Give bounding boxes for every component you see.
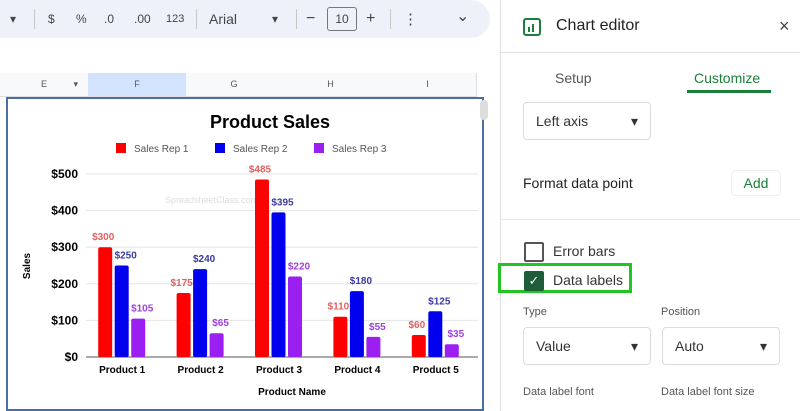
data-label: $250 bbox=[115, 251, 138, 262]
data-label: $240 bbox=[193, 254, 216, 265]
legend-label: Sales Rep 2 bbox=[233, 144, 288, 155]
x-axis-title: Product Name bbox=[258, 387, 326, 398]
data-label: $395 bbox=[271, 197, 294, 208]
tab-customize[interactable]: Customize bbox=[694, 70, 760, 86]
legend-swatch bbox=[215, 143, 225, 153]
bar[interactable] bbox=[444, 344, 459, 357]
data-label: $180 bbox=[350, 276, 373, 287]
data-label: $175 bbox=[170, 278, 193, 289]
bar[interactable] bbox=[193, 269, 208, 357]
axis-select[interactable]: Left axis ▾ bbox=[523, 102, 651, 140]
data-label: $300 bbox=[92, 232, 115, 243]
data-label: $60 bbox=[408, 320, 425, 331]
position-select-value: Auto bbox=[675, 338, 704, 354]
dropdown-arrow-icon: ▾ bbox=[759, 337, 767, 354]
y-tick-label: $500 bbox=[51, 167, 78, 181]
dropdown-arrow-icon: ▾ bbox=[630, 112, 638, 129]
legend-label: Sales Rep 3 bbox=[332, 144, 387, 155]
legend-swatch bbox=[314, 143, 324, 153]
data-labels-label: Data labels bbox=[553, 272, 624, 288]
x-tick-label: Product 2 bbox=[178, 365, 225, 376]
bar[interactable] bbox=[98, 247, 113, 357]
y-tick-label: $200 bbox=[51, 277, 78, 291]
data-label: $485 bbox=[249, 164, 272, 175]
tab-setup[interactable]: Setup bbox=[555, 70, 592, 86]
add-format-button[interactable]: Add bbox=[731, 170, 781, 196]
active-tab-indicator bbox=[687, 90, 771, 93]
data-label: $105 bbox=[131, 304, 154, 315]
y-tick-label: $400 bbox=[51, 204, 78, 218]
data-label: $220 bbox=[288, 261, 311, 272]
format-data-point-label: Format data point bbox=[523, 175, 633, 191]
data-label-font-size-label: Data label font size bbox=[661, 386, 755, 398]
axis-select-value: Left axis bbox=[536, 113, 589, 129]
data-label: $110 bbox=[328, 302, 350, 313]
y-axis-title: Sales bbox=[22, 252, 33, 279]
legend-swatch bbox=[116, 143, 126, 153]
data-label: $65 bbox=[212, 318, 229, 329]
data-label-font-label: Data label font bbox=[523, 386, 594, 398]
position-select[interactable]: Auto ▾ bbox=[662, 327, 780, 365]
x-tick-label: Product 4 bbox=[334, 365, 381, 376]
y-tick-label: $0 bbox=[65, 350, 79, 364]
data-label: $35 bbox=[447, 329, 464, 340]
bar[interactable] bbox=[366, 336, 381, 357]
type-label: Type bbox=[523, 306, 547, 318]
bar[interactable] bbox=[114, 265, 129, 358]
data-labels-checkbox[interactable]: ✓ bbox=[524, 271, 544, 291]
data-label: $55 bbox=[369, 322, 386, 333]
x-tick-label: Product 5 bbox=[413, 365, 460, 376]
y-tick-label: $300 bbox=[51, 240, 78, 254]
data-label: $125 bbox=[428, 296, 451, 307]
y-tick-label: $100 bbox=[51, 313, 78, 327]
product-sales-chart[interactable]: Product Sales SpreadsheetClass.com Produ… bbox=[0, 0, 500, 411]
legend-label: Sales Rep 1 bbox=[134, 144, 189, 155]
chart-editor-panel: Chart editor × Setup Customize Left axis… bbox=[498, 0, 800, 411]
bar[interactable] bbox=[176, 292, 191, 357]
chart-title: Product Sales bbox=[210, 112, 330, 132]
error-bars-label: Error bars bbox=[553, 243, 616, 259]
close-icon[interactable]: × bbox=[779, 16, 790, 37]
bar[interactable] bbox=[209, 333, 224, 357]
type-select[interactable]: Value ▾ bbox=[523, 327, 651, 365]
bar[interactable] bbox=[271, 212, 286, 357]
panel-title: Chart editor bbox=[556, 17, 640, 34]
error-bars-checkbox[interactable] bbox=[524, 242, 544, 262]
chart-icon bbox=[523, 18, 541, 36]
bar[interactable] bbox=[131, 318, 146, 357]
x-tick-label: Product 3 bbox=[256, 365, 303, 376]
bar[interactable] bbox=[349, 291, 364, 357]
bar[interactable] bbox=[428, 311, 443, 357]
bar[interactable] bbox=[333, 316, 348, 357]
bar[interactable] bbox=[255, 179, 269, 357]
dropdown-arrow-icon: ▾ bbox=[630, 337, 638, 354]
bar[interactable] bbox=[411, 335, 426, 357]
watermark: SpreadsheetClass.com bbox=[165, 195, 258, 205]
scrollbar[interactable] bbox=[480, 100, 488, 120]
bar[interactable] bbox=[288, 276, 302, 357]
x-tick-label: Product 1 bbox=[99, 365, 146, 376]
position-label: Position bbox=[661, 306, 701, 318]
type-select-value: Value bbox=[536, 338, 571, 354]
